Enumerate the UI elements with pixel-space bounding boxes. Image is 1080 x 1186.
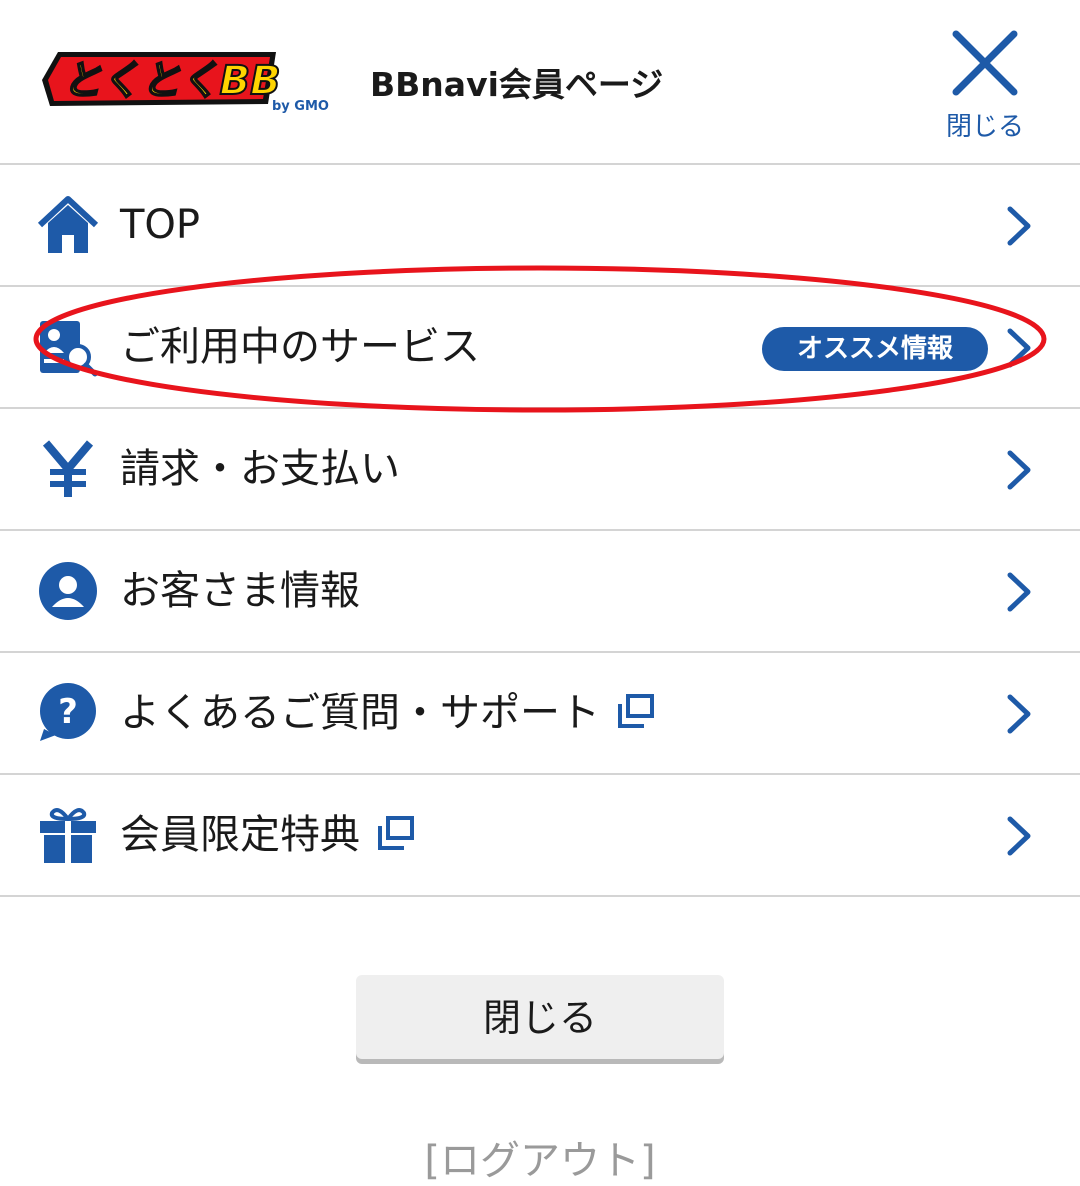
- svg-text:とくとくBB: とくとくBB: [62, 58, 281, 104]
- tokutoku-bb-logo[interactable]: とくとくBB by GMO: [36, 44, 336, 116]
- menu-item-label: 請求・お支払い: [120, 446, 400, 492]
- menu-item-billing[interactable]: 請求・お支払い: [0, 409, 1080, 531]
- recommend-badge: オススメ情報: [762, 327, 988, 371]
- chevron-right-icon: [1007, 206, 1031, 246]
- chevron-right-icon: [1007, 450, 1031, 490]
- menu-item-label: TOP: [120, 202, 201, 248]
- service-search-icon: [40, 321, 98, 377]
- close-button[interactable]: 閉じる: [356, 975, 724, 1059]
- chevron-right-icon: [1007, 328, 1031, 368]
- menu-item-faq-support[interactable]: ? よくあるご質問・サポート: [0, 653, 1080, 775]
- gift-icon: [40, 808, 96, 863]
- external-link-icon: [378, 816, 414, 850]
- chevron-right-icon: [1007, 694, 1031, 734]
- yen-icon: [42, 440, 94, 497]
- menu-item-services[interactable]: ご利用中のサービス オススメ情報: [0, 287, 1080, 409]
- user-icon: [39, 562, 97, 620]
- header-close-label: 閉じる: [945, 112, 1024, 142]
- svg-text:?: ?: [58, 692, 78, 732]
- header: とくとくBB by GMO BBnavi会員ページ 閉じる: [0, 0, 1080, 164]
- nav-menu: TOP ご利用中のサービス オススメ情報 請求・お支払い お客さま情報 ? よく…: [0, 165, 1080, 897]
- svg-text:by GMO: by GMO: [272, 99, 329, 114]
- menu-item-label: ご利用中のサービス: [120, 324, 480, 370]
- page-title: BBnavi会員ページ: [370, 65, 664, 104]
- chevron-right-icon: [1007, 572, 1031, 612]
- menu-item-label: よくあるご質問・サポート: [120, 653, 654, 773]
- menu-item-customer-info[interactable]: お客さま情報: [0, 531, 1080, 653]
- menu-item-label: 会員限定特典: [120, 775, 414, 895]
- chevron-right-icon: [1007, 816, 1031, 856]
- menu-item-member-benefits[interactable]: 会員限定特典: [0, 775, 1080, 897]
- question-icon: ?: [40, 683, 96, 741]
- menu-item-label: お客さま情報: [120, 568, 360, 614]
- external-link-icon: [618, 694, 654, 728]
- menu-item-top[interactable]: TOP: [0, 165, 1080, 287]
- logout-link[interactable]: [ログアウト]: [0, 1128, 1080, 1186]
- home-icon: [38, 196, 98, 253]
- close-icon: [952, 30, 1018, 96]
- header-close-button[interactable]: 閉じる: [940, 22, 1030, 142]
